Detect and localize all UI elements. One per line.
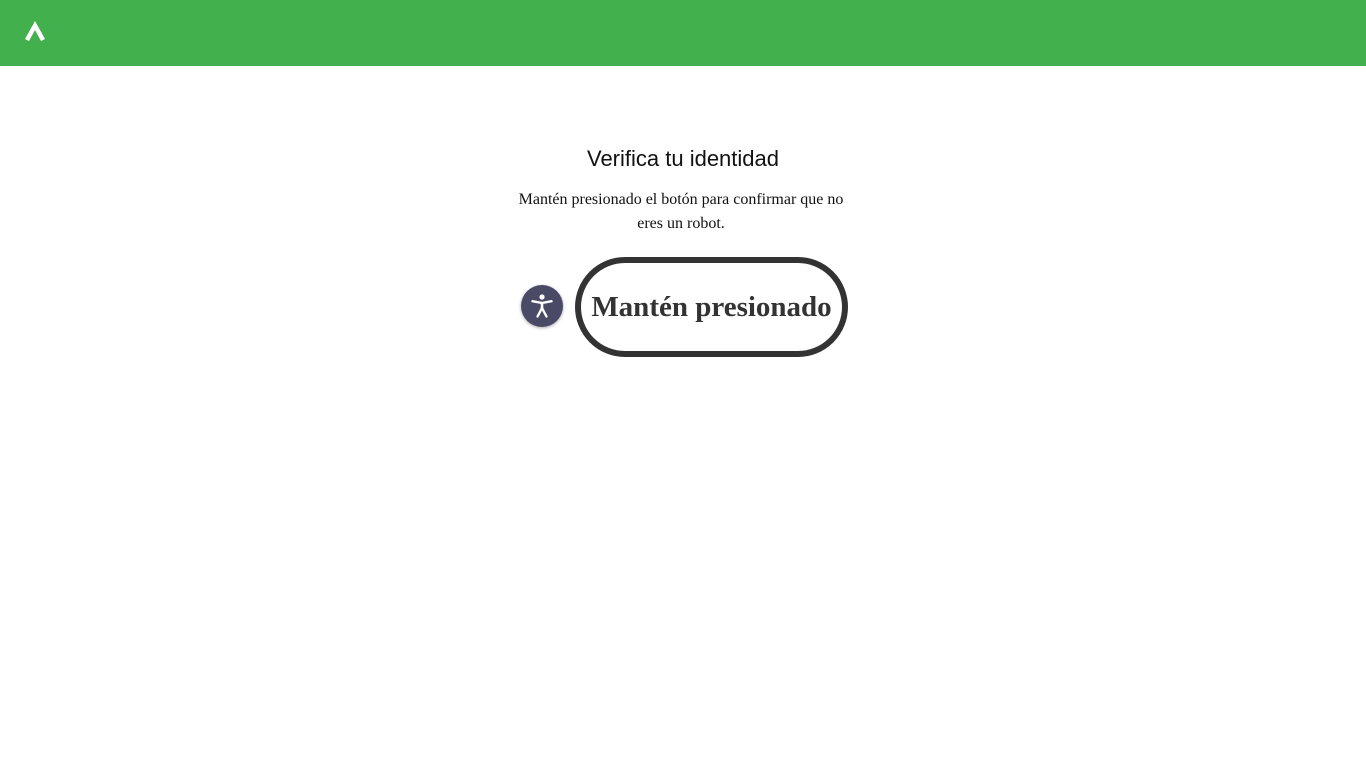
verification-panel: Verifica tu identidad Mantén presionado …	[0, 66, 1366, 768]
hold-to-verify-button[interactable]: Mantén presionado	[575, 257, 848, 357]
instructions-text: Mantén presionado el botón para confirma…	[518, 191, 844, 232]
accessibility-button[interactable]	[521, 285, 563, 327]
top-bar	[0, 0, 1366, 66]
mountain-logo-icon[interactable]	[24, 20, 46, 42]
accessibility-icon	[531, 294, 553, 318]
page-title: Verifica tu identidad	[586, 146, 780, 171]
